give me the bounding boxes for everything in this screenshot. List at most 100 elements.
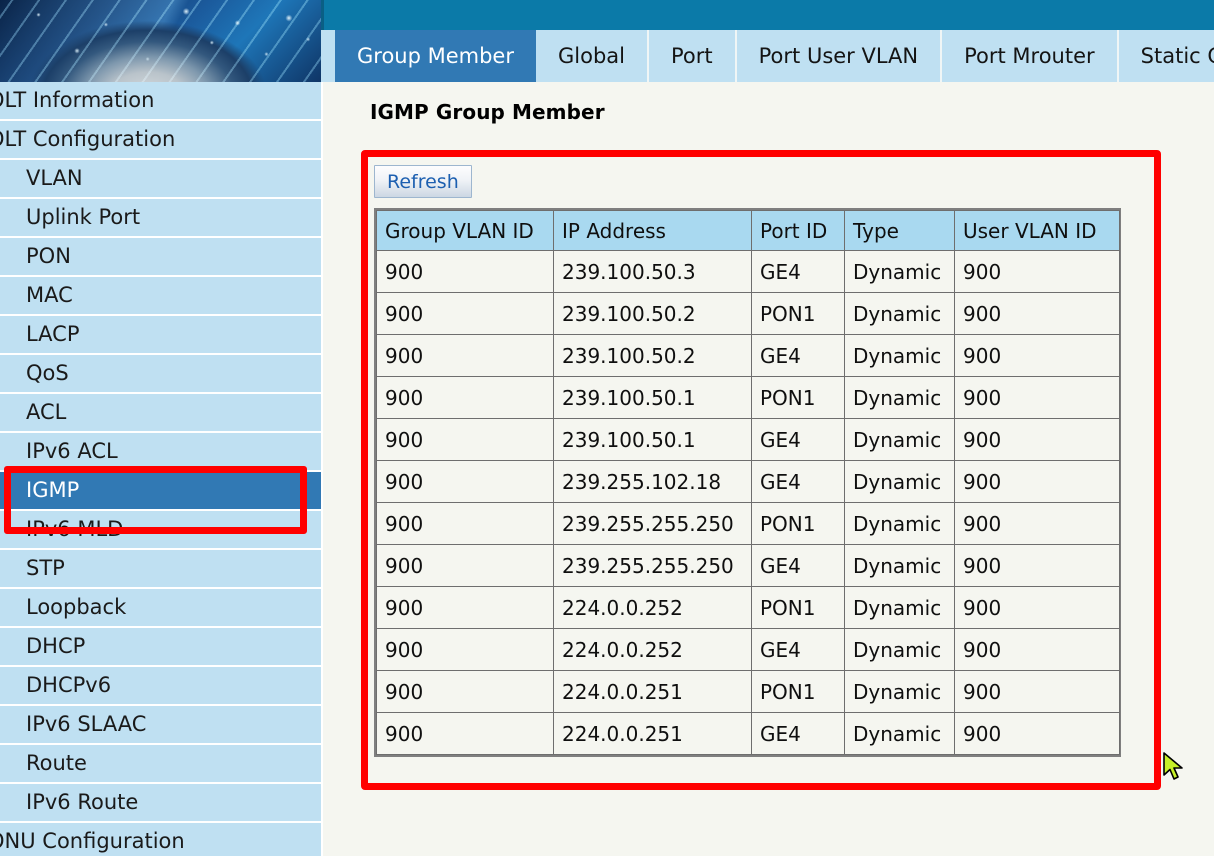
sidebar-item-ipv6-mld[interactable]: IPv6 MLD (0, 511, 321, 550)
table-head: Group VLAN IDIP AddressPort IDTypeUser V… (377, 211, 1120, 251)
table-cell: 900 (955, 377, 1120, 419)
sidebar-item-label: STP (26, 550, 65, 587)
sidebar-item-lacp[interactable]: LACP (0, 316, 321, 355)
sidebar-item-label: QoS (26, 355, 69, 392)
sidebar-item-label: ONU Configuration (0, 823, 185, 856)
table-header-row: Group VLAN IDIP AddressPort IDTypeUser V… (377, 211, 1120, 251)
table-cell: 900 (377, 587, 554, 629)
table-cell: 900 (377, 377, 554, 419)
sidebar-nav: OLT InformationOLT ConfigurationVLANUpli… (0, 82, 321, 856)
table-cell: 900 (377, 629, 554, 671)
column-header-group-vlan-id: Group VLAN ID (377, 211, 554, 251)
refresh-button[interactable]: Refresh (374, 165, 472, 198)
tab-port-user-vlan[interactable]: Port User VLAN (737, 30, 942, 82)
top-bar (321, 0, 1214, 30)
sidebar-item-pon[interactable]: PON (0, 238, 321, 277)
table-cell: 900 (955, 671, 1120, 713)
group-member-table-wrap: Group VLAN IDIP AddressPort IDTypeUser V… (374, 208, 1121, 757)
sidebar-item-route[interactable]: Route (0, 745, 321, 784)
sidebar-item-label: OLT Configuration (0, 121, 175, 158)
content-area: IGMP Group Member Refresh Group VLAN IDI… (321, 82, 1214, 856)
table-cell: Dynamic (845, 545, 955, 587)
table-cell: 239.100.50.2 (554, 293, 752, 335)
table-body: 900239.100.50.3GE4Dynamic900900239.100.5… (377, 251, 1120, 755)
table-row: 900239.255.255.250PON1Dynamic900 (377, 503, 1120, 545)
sidebar-item-loopback[interactable]: Loopback (0, 589, 321, 628)
table-cell: 900 (955, 587, 1120, 629)
sidebar-item-igmp[interactable]: IGMP (0, 472, 321, 511)
table-cell: Dynamic (845, 293, 955, 335)
sidebar-item-label: DHCP (26, 628, 85, 665)
brand-banner-image (0, 0, 321, 82)
sidebar-item-label: Route (26, 745, 87, 782)
sidebar-item-qos[interactable]: QoS (0, 355, 321, 394)
table-cell: 900 (377, 251, 554, 293)
table-cell: Dynamic (845, 503, 955, 545)
table-cell: Dynamic (845, 587, 955, 629)
table-cell: 900 (955, 629, 1120, 671)
sidebar-item-label: IPv6 ACL (26, 433, 118, 470)
table-cell: 224.0.0.251 (554, 713, 752, 755)
sidebar-item-label: VLAN (26, 160, 83, 197)
table-cell: 239.255.102.18 (554, 461, 752, 503)
sidebar-item-olt-configuration[interactable]: OLT Configuration (0, 121, 321, 160)
page-title: IGMP Group Member (370, 100, 605, 124)
sidebar-item-label: MAC (26, 277, 73, 314)
table-cell: 239.255.255.250 (554, 545, 752, 587)
tab-port-mrouter[interactable]: Port Mrouter (942, 30, 1119, 82)
sidebar-item-olt-information[interactable]: OLT Information (0, 82, 321, 121)
olt-web-ui: OLT InformationOLT ConfigurationVLANUpli… (0, 0, 1214, 856)
table-row: 900224.0.0.252GE4Dynamic900 (377, 629, 1120, 671)
table-cell: 900 (377, 503, 554, 545)
table-row: 900239.100.50.2PON1Dynamic900 (377, 293, 1120, 335)
tab-group-member[interactable]: Group Member (335, 30, 536, 82)
sidebar-item-label: IGMP (26, 472, 79, 509)
table-row: 900224.0.0.252PON1Dynamic900 (377, 587, 1120, 629)
table-cell: GE4 (752, 713, 845, 755)
top-bar-edge (321, 0, 324, 30)
table-cell: 239.255.255.250 (554, 503, 752, 545)
sidebar-item-label: OLT Information (0, 82, 154, 119)
table-cell: PON1 (752, 671, 845, 713)
sidebar-item-stp[interactable]: STP (0, 550, 321, 589)
tab-static-gro[interactable]: Static Gro (1119, 30, 1214, 82)
sidebar-item-dhcp[interactable]: DHCP (0, 628, 321, 667)
sidebar-item-mac[interactable]: MAC (0, 277, 321, 316)
sidebar-item-uplink-port[interactable]: Uplink Port (0, 199, 321, 238)
table-cell: GE4 (752, 461, 845, 503)
table-cell: GE4 (752, 545, 845, 587)
igmp-group-member-panel: Refresh Group VLAN IDIP AddressPort IDTy… (368, 157, 1154, 783)
table-cell: PON1 (752, 293, 845, 335)
sidebar-item-acl[interactable]: ACL (0, 394, 321, 433)
table-cell: GE4 (752, 335, 845, 377)
tab-port[interactable]: Port (649, 30, 737, 82)
table-cell: 224.0.0.251 (554, 671, 752, 713)
table-cell: 900 (955, 461, 1120, 503)
table-cell: Dynamic (845, 419, 955, 461)
table-cell: 900 (377, 461, 554, 503)
table-row: 900239.100.50.1PON1Dynamic900 (377, 377, 1120, 419)
table-cell: Dynamic (845, 335, 955, 377)
tab-global[interactable]: Global (536, 30, 649, 82)
table-cell: 224.0.0.252 (554, 587, 752, 629)
table-cell: 900 (955, 713, 1120, 755)
sidebar-item-onu-configuration[interactable]: ONU Configuration (0, 823, 321, 856)
table-row: 900224.0.0.251GE4Dynamic900 (377, 713, 1120, 755)
table-cell: 900 (955, 419, 1120, 461)
table-cell: 900 (377, 293, 554, 335)
tab-strip: Group MemberGlobalPortPort User VLANPort… (321, 30, 1214, 82)
table-cell: 900 (377, 419, 554, 461)
table-cell: 900 (955, 251, 1120, 293)
sidebar-item-ipv6-route[interactable]: IPv6 Route (0, 784, 321, 823)
table-cell: 239.100.50.1 (554, 419, 752, 461)
table-cell: 900 (377, 671, 554, 713)
table-cell: 239.100.50.1 (554, 377, 752, 419)
table-cell: 239.100.50.2 (554, 335, 752, 377)
table-cell: 224.0.0.252 (554, 629, 752, 671)
table-cell: Dynamic (845, 251, 955, 293)
sidebar-item-vlan[interactable]: VLAN (0, 160, 321, 199)
table-cell: 900 (955, 503, 1120, 545)
sidebar-item-dhcpv6[interactable]: DHCPv6 (0, 667, 321, 706)
sidebar-item-ipv6-acl[interactable]: IPv6 ACL (0, 433, 321, 472)
sidebar-item-ipv6-slaac[interactable]: IPv6 SLAAC (0, 706, 321, 745)
